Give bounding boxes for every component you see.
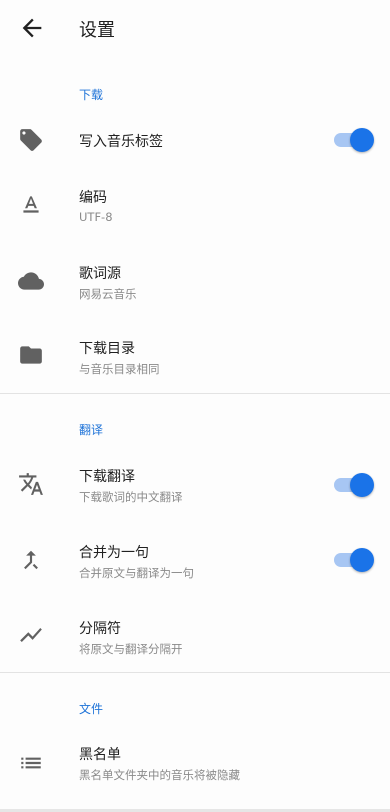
section-title-download: 下载 [79, 88, 104, 102]
setting-lyrics-source[interactable]: 歌词源 网易云音乐 [0, 252, 390, 312]
tag-icon [18, 127, 44, 153]
section-divider [0, 393, 390, 394]
setting-separator[interactable]: 分隔符 将原文与翻译分隔开 [0, 608, 390, 668]
setting-value: 下载歌词的中文翻译 [79, 490, 183, 504]
page-title: 设置 [79, 20, 115, 41]
section-title-translate: 翻译 [79, 423, 104, 437]
cloud-icon [18, 268, 44, 294]
setting-label: 分隔符 [79, 621, 121, 637]
show-chart-icon [18, 622, 44, 648]
setting-label: 黑名单 [79, 747, 121, 763]
section-title-file: 文件 [79, 702, 104, 716]
text-format-icon [18, 192, 44, 218]
setting-blacklist[interactable]: 黑名单 黑名单文件夹中的音乐将被隐藏 [0, 736, 390, 796]
download-translation-toggle[interactable] [334, 473, 374, 497]
write-tags-toggle[interactable] [334, 128, 374, 152]
setting-label: 编码 [79, 190, 107, 206]
setting-label: 下载翻译 [79, 469, 135, 485]
list-icon [18, 750, 44, 776]
setting-write-music-tags[interactable]: 写入音乐标签 [0, 112, 390, 168]
setting-download-translation[interactable]: 下载翻译 下载歌词的中文翻译 [0, 456, 390, 516]
setting-label: 下载目录 [79, 341, 135, 357]
setting-value: 将原文与翻译分隔开 [79, 642, 183, 656]
translate-icon [18, 471, 44, 497]
folder-icon [18, 342, 44, 368]
setting-download-directory[interactable]: 下载目录 与音乐目录相同 [0, 328, 390, 388]
section-divider [0, 672, 390, 673]
setting-merge-lines[interactable]: 合并为一句 合并原文与翻译为一句 [0, 532, 390, 592]
setting-value: 合并原文与翻译为一句 [79, 566, 194, 580]
setting-label: 歌词源 [79, 266, 121, 282]
back-arrow-icon[interactable] [18, 14, 46, 42]
app-bar: 设置 [0, 0, 390, 56]
setting-label: 合并为一句 [79, 545, 149, 561]
merge-lines-toggle[interactable] [334, 548, 374, 572]
setting-value: 网易云音乐 [79, 287, 137, 301]
setting-label: 写入音乐标签 [79, 134, 163, 150]
setting-value: 黑名单文件夹中的音乐将被隐藏 [79, 768, 240, 782]
setting-value: UTF-8 [79, 210, 113, 224]
merge-icon [18, 547, 44, 573]
setting-encoding[interactable]: 编码 UTF-8 [0, 176, 390, 236]
setting-value: 与音乐目录相同 [79, 362, 160, 376]
